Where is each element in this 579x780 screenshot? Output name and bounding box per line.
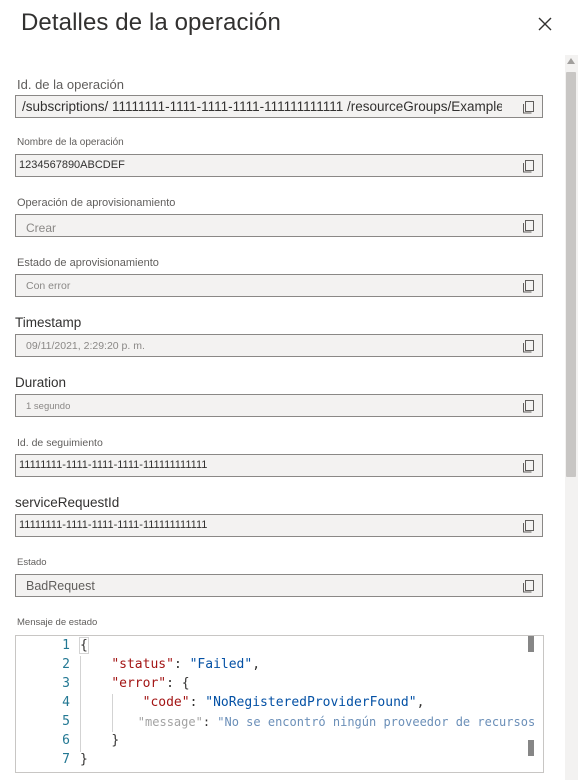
operation-name-input[interactable]: 1234567890ABCDEF	[15, 154, 543, 177]
copy-button[interactable]	[522, 219, 536, 233]
code-line: "code": "NoRegisteredProviderFound",	[142, 695, 425, 710]
field-value: 1 segundo	[26, 401, 71, 412]
editor-scrollbar-marker[interactable]	[528, 636, 534, 652]
line-number-gutter: 1 2 3 4 5 6 7	[16, 636, 76, 772]
code-line: "status": "Failed",	[111, 657, 261, 672]
code-line: "error": {	[111, 676, 190, 691]
copy-icon	[523, 280, 534, 293]
editor-scrollbar-marker[interactable]	[528, 740, 534, 756]
copy-icon	[523, 460, 534, 473]
code-line: }	[80, 752, 88, 767]
provisioning-operation-input[interactable]: Crear	[15, 214, 543, 237]
field-label: Operación de aprovisionamiento	[17, 197, 176, 209]
panel-title: Detalles de la operación	[21, 9, 281, 36]
field-label: Id. de seguimiento	[17, 437, 103, 449]
copy-button[interactable]	[522, 519, 536, 533]
code-line: }	[111, 733, 120, 748]
field-value: 11111111-1111-1111-1111-111111111111	[19, 519, 208, 531]
copy-button[interactable]	[522, 159, 536, 173]
code-line: "message": "No se encontró ningún provee…	[137, 715, 543, 729]
line-number: 2	[62, 657, 70, 672]
timestamp-input[interactable]: 09/11/2021, 2:29:20 p. m.	[15, 334, 543, 357]
field-value: /subscriptions/ 11111111-1111-1111-1111-…	[22, 99, 502, 114]
line-number: 4	[62, 695, 70, 710]
code-line: {	[80, 638, 88, 653]
service-request-id-input[interactable]: 11111111-1111-1111-1111-111111111111	[15, 514, 543, 537]
copy-button[interactable]	[522, 579, 536, 593]
line-number: 6	[62, 733, 70, 748]
copy-button[interactable]	[522, 339, 536, 353]
copy-button[interactable]	[522, 459, 536, 473]
line-number: 1	[62, 638, 70, 653]
field-label: Duration	[15, 375, 67, 390]
tracking-id-input[interactable]: 11111111-1111-1111-1111-111111111111	[15, 454, 543, 477]
field-value: 1234567890ABCDEF	[19, 159, 125, 171]
scroll-up-arrow[interactable]	[567, 58, 575, 64]
operation-id-input[interactable]: /subscriptions/ 11111111-1111-1111-1111-…	[15, 95, 543, 118]
field-label: Timestamp	[15, 315, 82, 330]
field-value: Crear	[26, 221, 57, 235]
field-value: 09/11/2021, 2:29:20 p. m.	[26, 340, 145, 352]
panel-header: Detalles de la operación	[0, 0, 579, 52]
copy-icon	[523, 520, 534, 533]
copy-icon	[523, 160, 534, 173]
status-message-editor[interactable]: 1 2 3 4 5 6 7 { "status": "Failed", "err…	[15, 635, 544, 773]
field-value: 11111111-1111-1111-1111-111111111111	[19, 459, 208, 471]
field-label: Estado de aprovisionamiento	[17, 257, 159, 269]
copy-button[interactable]	[522, 100, 536, 114]
close-button[interactable]	[531, 10, 559, 38]
line-number: 5	[62, 714, 70, 729]
line-number: 3	[62, 676, 70, 691]
copy-icon	[523, 101, 534, 114]
provisioning-state-input[interactable]: Con error	[15, 274, 543, 297]
copy-button[interactable]	[522, 279, 536, 293]
copy-icon	[523, 580, 534, 593]
close-icon	[538, 17, 552, 31]
copy-icon	[523, 340, 534, 353]
status-input[interactable]: BadRequest	[15, 574, 543, 597]
copy-button[interactable]	[522, 399, 536, 413]
field-value: BadRequest	[26, 579, 95, 593]
field-label: Nombre de la operación	[17, 137, 124, 148]
status-message-label: Mensaje de estado	[17, 617, 98, 628]
duration-input[interactable]: 1 segundo	[15, 394, 543, 417]
copy-icon	[523, 220, 534, 233]
copy-icon	[523, 400, 534, 413]
field-value: Con error	[26, 280, 71, 292]
field-label: serviceRequestId	[15, 495, 120, 510]
field-label: Estado	[17, 557, 47, 568]
scrollbar-thumb[interactable]	[566, 72, 576, 477]
field-label: Id. de la operación	[17, 77, 124, 92]
line-number: 7	[62, 752, 70, 767]
